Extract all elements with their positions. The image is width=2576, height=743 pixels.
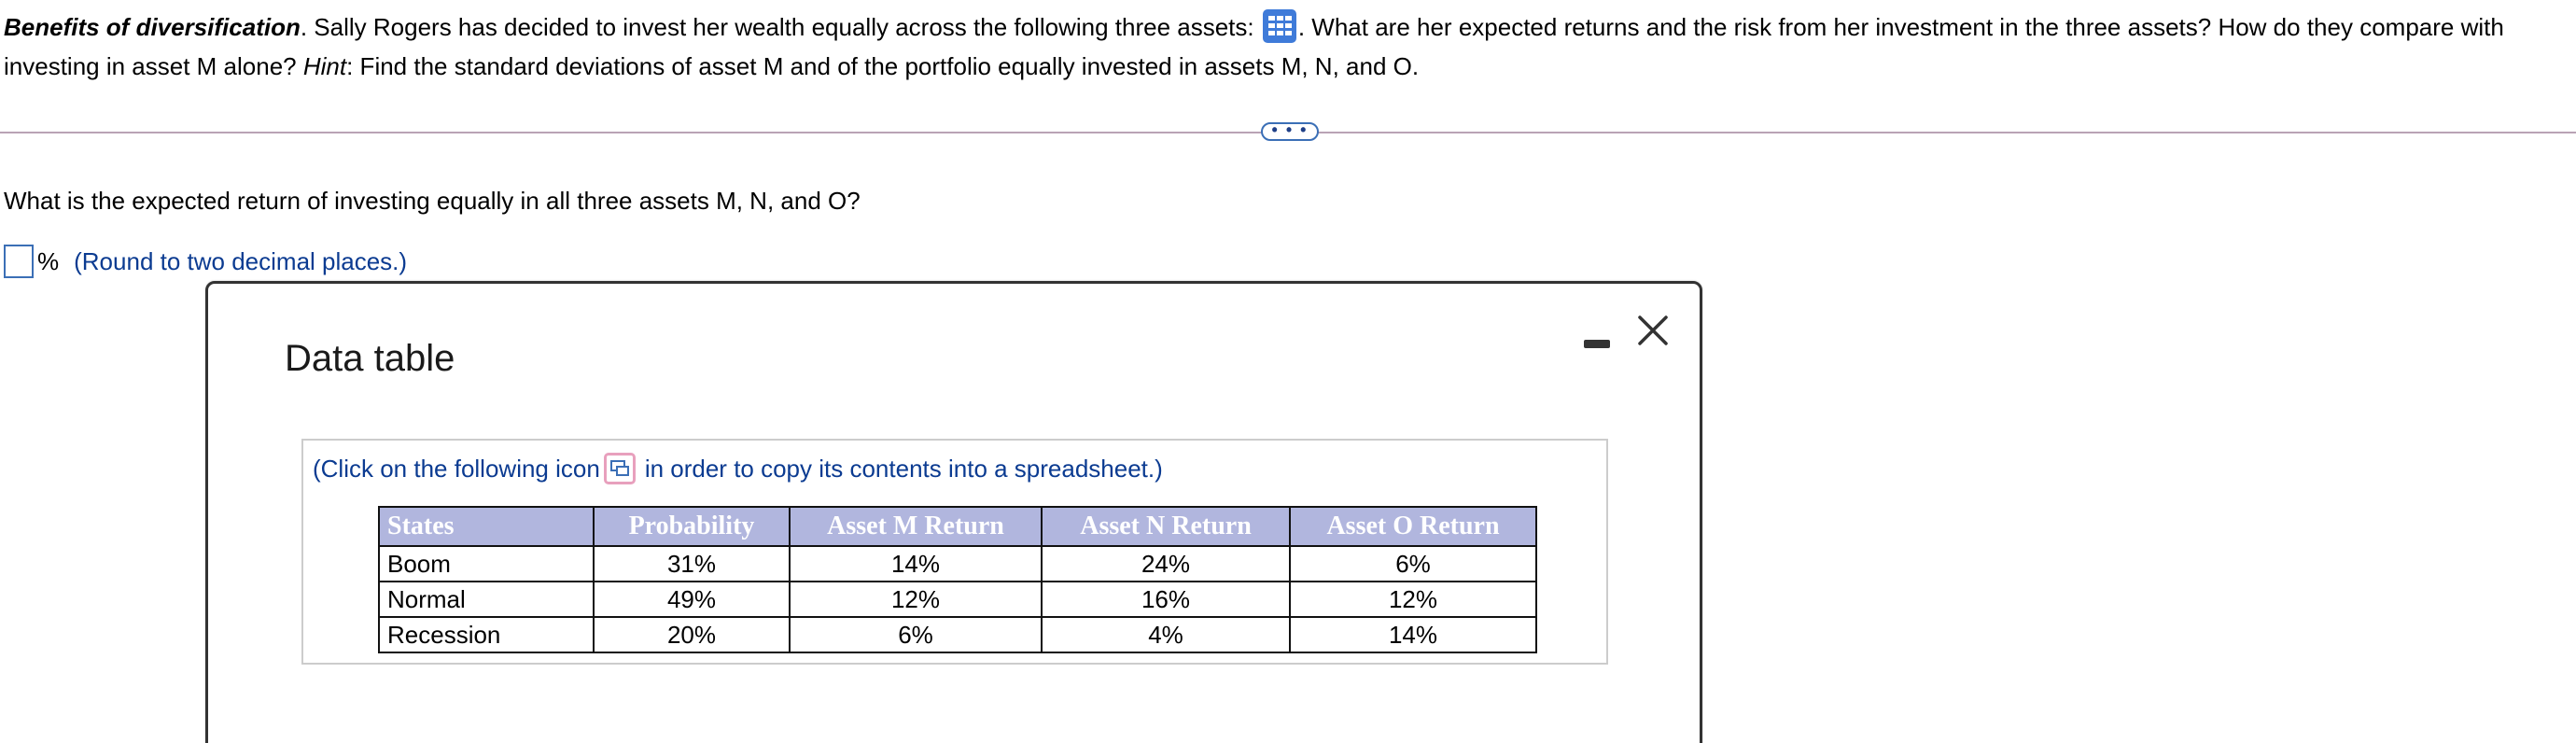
answer-row: % (Round to two decimal places.) [4,243,407,280]
cell-asset-m-return: 14% [789,545,1043,582]
cell-asset-m-return: 12% [789,581,1043,618]
sub-question: What is the expected return of investing… [4,187,861,215]
question-title: Benefits of diversification [4,13,301,41]
table-grid-icon[interactable] [1262,9,1296,44]
table-row: Normal 49% 12% 16% 12% [378,581,1537,618]
header-probability: Probability [593,506,791,547]
cell-asset-o-return: 14% [1289,616,1537,653]
header-asset-m-return: Asset M Return [789,506,1043,547]
copy-note: (Click on the following icon in order to… [313,450,1163,487]
cell-asset-o-return: 12% [1289,581,1537,618]
rounding-instruction: (Round to two decimal places.) [74,246,408,275]
question-text: Benefits of diversification. Sally Roger… [4,7,2561,86]
table-row: Recession 20% 6% 4% 14% [378,616,1537,653]
cell-state: Normal [378,581,595,618]
question-title-period: . [300,13,308,41]
copy-note-before: (Click on the following icon [313,455,600,483]
header-asset-n-return: Asset N Return [1041,506,1291,547]
cell-asset-n-return: 16% [1041,581,1291,618]
answer-input[interactable] [4,245,34,278]
question-text-part1: Sally Rogers has decided to invest her w… [307,13,1261,41]
minimize-icon[interactable] [1584,329,1610,355]
copy-note-after: in order to copy its contents into a spr… [644,455,1163,483]
dialog-title: Data table [285,338,455,379]
data-box: (Click on the following icon in order to… [301,439,1608,665]
data-table-dialog: Data table (Click on the following icon … [205,281,1702,743]
header-asset-o-return: Asset O Return [1289,506,1537,547]
cell-probability: 49% [593,581,791,618]
expand-button[interactable]: • • • [1261,121,1319,141]
data-table: States Probability Asset M Return Asset … [378,506,1537,653]
table-header-row: States Probability Asset M Return Asset … [378,506,1537,547]
cell-asset-n-return: 24% [1041,545,1291,582]
cell-state: Recession [378,616,595,653]
hint-label: Hint [302,52,347,80]
answer-unit: % [37,246,60,275]
cell-asset-m-return: 6% [789,616,1043,653]
hint-text: : Find the standard deviations of asset … [346,52,1420,80]
close-icon[interactable] [1636,314,1670,347]
header-states: States [378,506,595,547]
cell-asset-o-return: 6% [1289,545,1537,582]
cell-state: Boom [378,545,595,582]
copy-icon[interactable] [603,453,636,484]
page: Benefits of diversification. Sally Roger… [0,0,2576,743]
cell-asset-n-return: 4% [1041,616,1291,653]
table-row: Boom 31% 14% 24% 6% [378,545,1537,582]
cell-probability: 20% [593,616,791,653]
cell-probability: 31% [593,545,791,582]
